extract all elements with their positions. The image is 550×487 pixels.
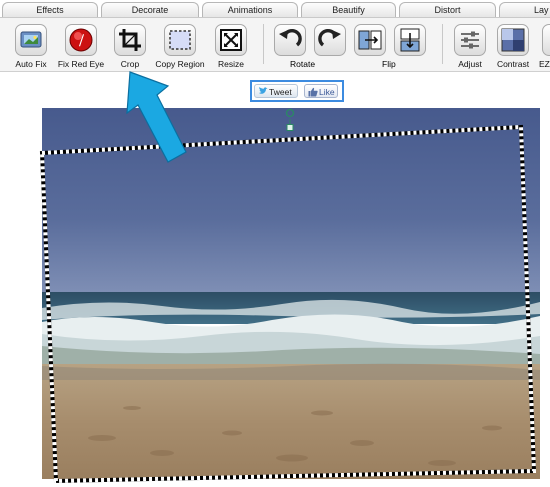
arrow-annotation	[126, 71, 187, 163]
